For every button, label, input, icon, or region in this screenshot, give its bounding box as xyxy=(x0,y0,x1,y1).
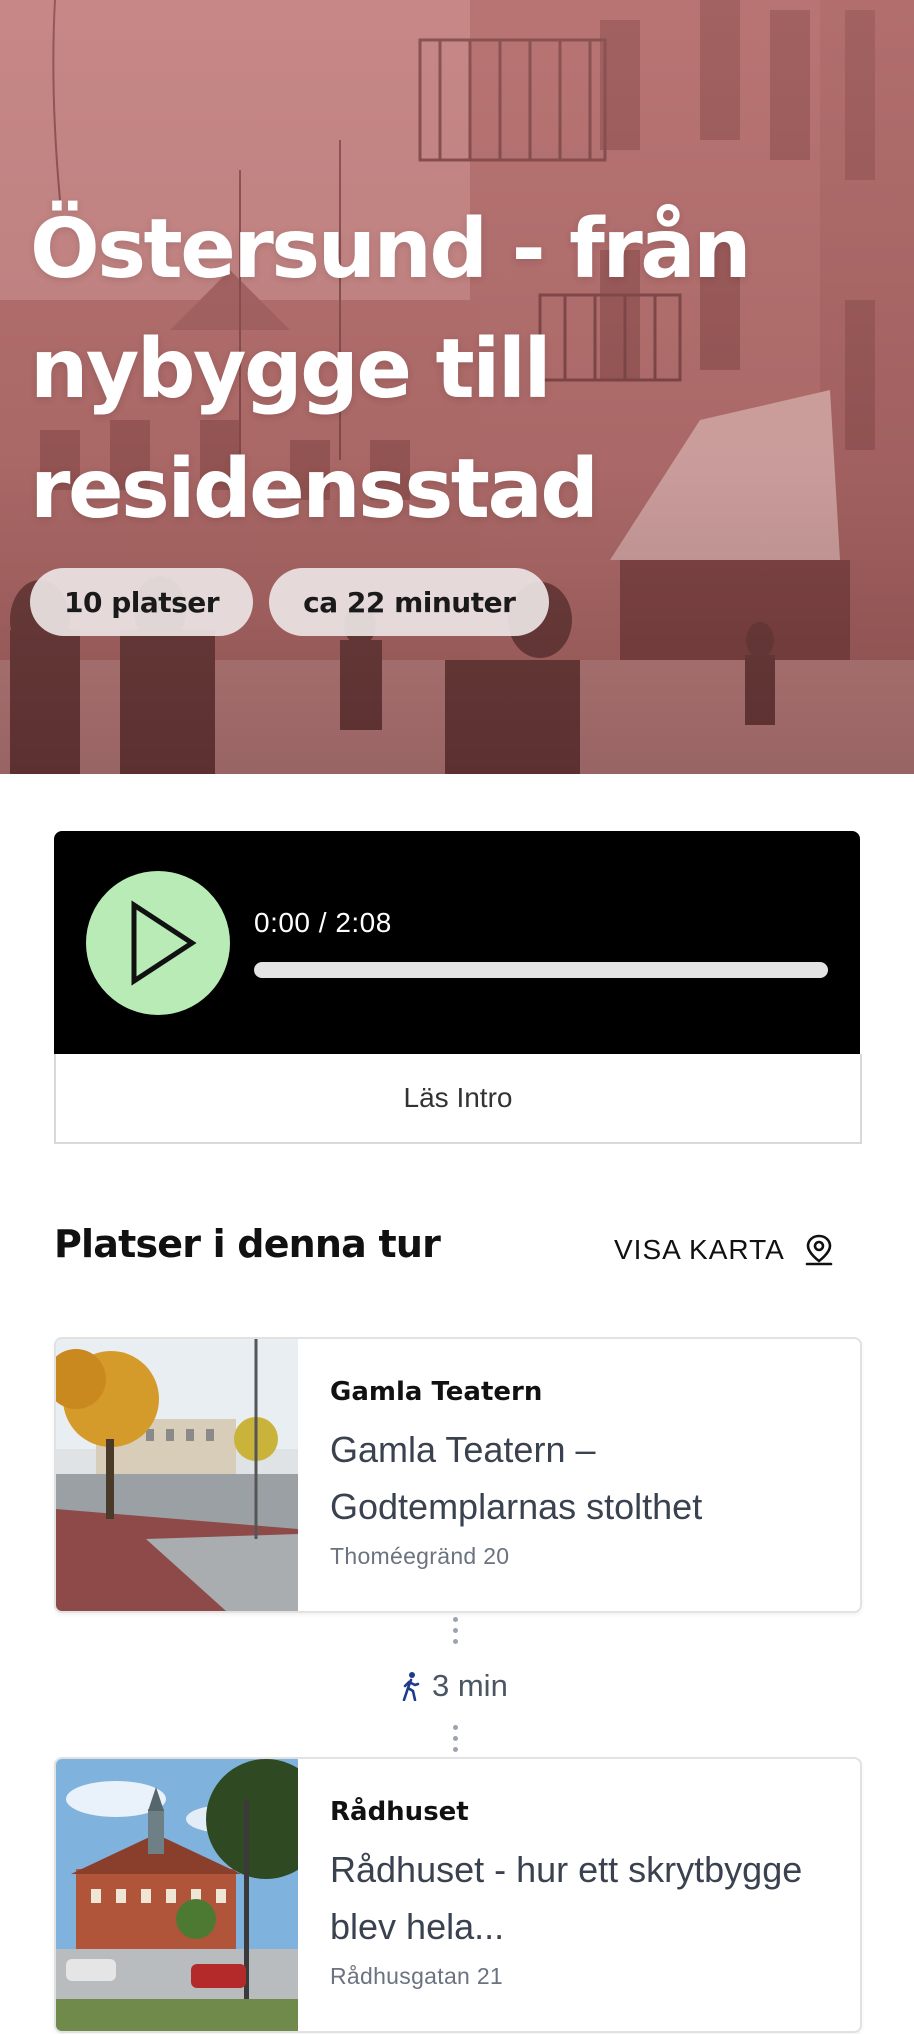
connector-dots-top xyxy=(453,1617,459,1650)
place-name: Rådhuset xyxy=(330,1797,469,1827)
place-address: Thoméegränd 20 xyxy=(330,1543,510,1569)
place-address: Rådhusgatan 21 xyxy=(330,1963,504,1989)
place-photo-gamla-teatern xyxy=(56,1339,298,1611)
playback-progress-bar[interactable] xyxy=(254,962,828,978)
places-count-chip: 10 platser xyxy=(30,568,254,636)
place-title: Rådhuset - hur ett skrytbygge blev hela.… xyxy=(330,1849,803,1947)
places-section-title: Platser i denna tur xyxy=(54,1222,441,1266)
walking-person-icon xyxy=(402,1672,420,1701)
place-name: Gamla Teatern xyxy=(330,1377,543,1407)
place-card-radhuset[interactable]: Rådhuset Rådhuset - hur ett skrytbygge b… xyxy=(54,1757,862,2033)
read-intro-button[interactable]: Läs Intro xyxy=(54,1054,862,1144)
show-map-label: VISA KARTA xyxy=(614,1234,785,1265)
playback-time: 0:00 / 2:08 xyxy=(254,907,392,938)
hero-banner: Östersund - från nybygge till residensst… xyxy=(0,0,914,774)
tour-title: Östersund - från nybygge till residensst… xyxy=(30,202,751,537)
place-card-gamla-teatern[interactable]: Gamla Teatern Gamla Teatern – Godtemplar… xyxy=(54,1337,862,1613)
play-button[interactable] xyxy=(86,871,230,1015)
play-icon xyxy=(131,900,197,986)
map-pin-icon xyxy=(805,1234,833,1266)
place-title: Gamla Teatern – Godtemplarnas stolthet xyxy=(330,1429,703,1527)
walk-time: 3 min xyxy=(400,1666,508,1706)
connector-dots-bottom xyxy=(453,1725,459,1758)
place-photo-radhuset xyxy=(56,1759,298,2031)
walk-time-label: 3 min xyxy=(432,1668,508,1703)
tour-meta-chips: 10 platser ca 22 minuter xyxy=(30,568,550,636)
show-map-button[interactable]: VISA KARTA xyxy=(614,1228,835,1272)
audio-player: 0:00 / 2:08 xyxy=(54,831,860,1054)
duration-chip: ca 22 minuter xyxy=(269,568,550,636)
